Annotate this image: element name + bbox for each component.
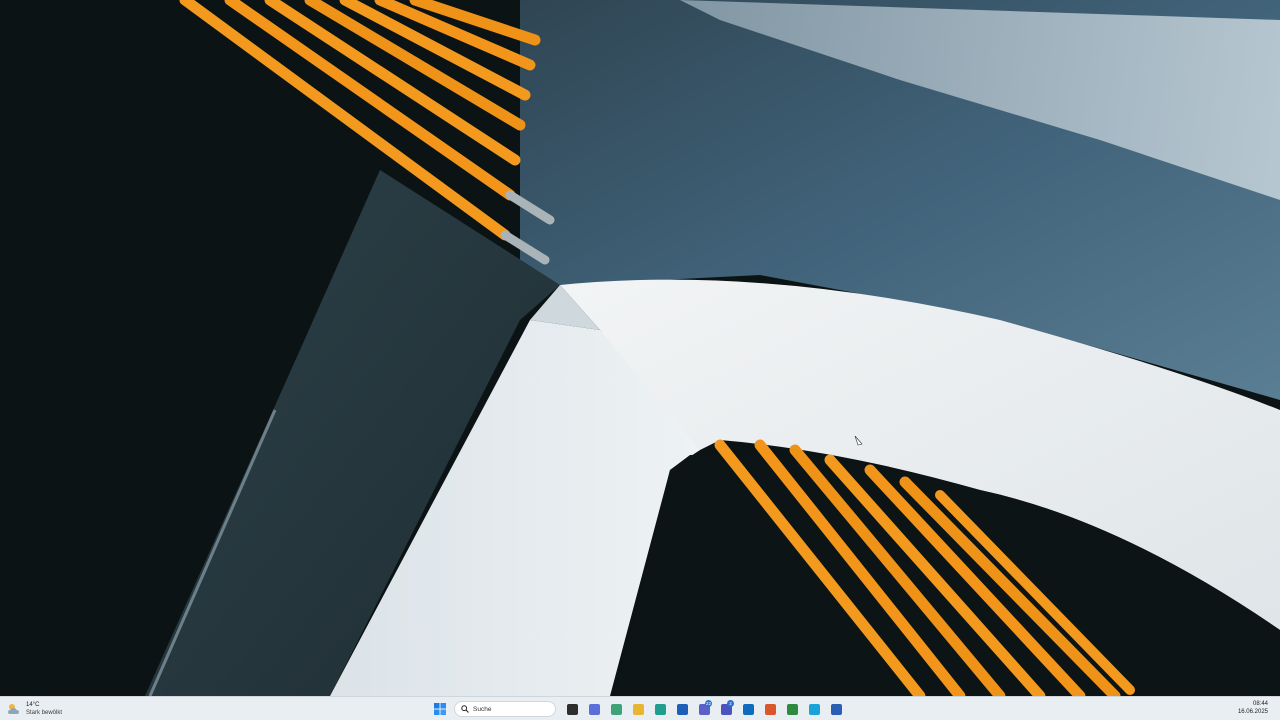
taskbar-center: Suche 22 2 xyxy=(430,699,846,719)
search-input[interactable]: Suche xyxy=(454,701,556,717)
taskbar-app-teams-work[interactable]: 2 xyxy=(716,699,736,719)
wallpaper-image xyxy=(0,0,1280,696)
weather-temperature: 14°C xyxy=(26,702,40,708)
taskbar: 14°C Stark bewölkt Suche 22 2 08:44 16.06… xyxy=(0,696,1280,720)
taskbar-app-store[interactable] xyxy=(672,699,692,719)
outlook-icon xyxy=(742,703,754,715)
taskbar-app-sheets-app[interactable] xyxy=(782,699,802,719)
search-icon xyxy=(461,705,469,713)
gear-icon xyxy=(588,703,600,715)
taskbar-app-skype-app[interactable] xyxy=(804,699,824,719)
taskbar-app-paint[interactable] xyxy=(760,699,780,719)
start-button[interactable] xyxy=(430,699,450,719)
taskbar-apps: 22 2 xyxy=(560,699,846,719)
notification-badge: 2 xyxy=(727,700,734,707)
desktop-wallpaper xyxy=(0,0,1280,696)
weather-condition: Stark bewölkt xyxy=(26,710,63,716)
clock-date: 16.06.2025 xyxy=(1237,709,1268,715)
search-placeholder: Suche xyxy=(473,705,492,713)
notification-badge: 22 xyxy=(705,700,712,707)
windows-logo-icon xyxy=(434,703,446,715)
taskbar-app-teams[interactable]: 22 xyxy=(694,699,714,719)
store-icon xyxy=(676,703,688,715)
spreadsheet-icon xyxy=(786,703,798,715)
taskbar-app-edge[interactable] xyxy=(650,699,670,719)
folder-icon xyxy=(632,703,644,715)
chat-icon xyxy=(808,703,820,715)
task-view-icon xyxy=(566,703,578,715)
taskbar-app-copilot[interactable] xyxy=(606,699,626,719)
copilot-icon xyxy=(610,703,622,715)
taskbar-app-settings[interactable] xyxy=(584,699,604,719)
system-clock[interactable]: 08:44 16.06.2025 xyxy=(1238,700,1268,716)
weather-widget[interactable]: 14°C Stark bewölkt xyxy=(6,699,62,719)
cloud-sun-icon xyxy=(8,704,19,714)
edge-icon xyxy=(654,703,666,715)
taskbar-app-task-view[interactable] xyxy=(562,699,582,719)
word-icon xyxy=(830,703,842,715)
taskbar-app-word[interactable] xyxy=(826,699,846,719)
paint-icon xyxy=(764,703,776,715)
clock-time: 08:44 xyxy=(1252,701,1268,707)
taskbar-app-file-explorer[interactable] xyxy=(628,699,648,719)
taskbar-app-outlook[interactable] xyxy=(738,699,758,719)
